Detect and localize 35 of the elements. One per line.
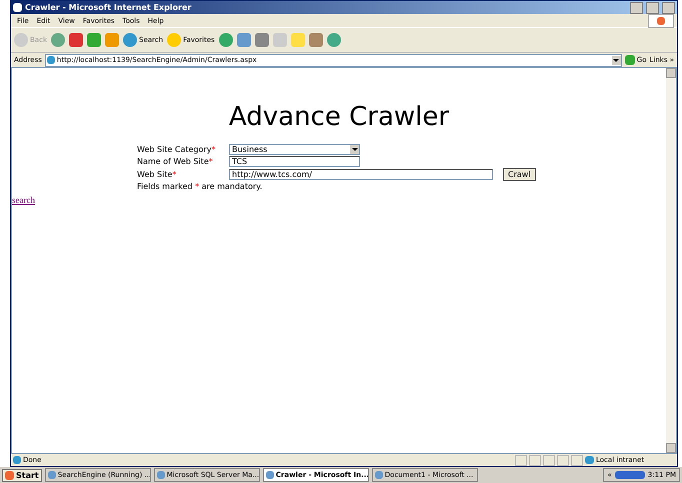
status-pane	[515, 454, 527, 466]
mail-button[interactable]	[236, 33, 251, 47]
start-button[interactable]: Start	[2, 468, 42, 482]
status-pane	[529, 454, 541, 466]
print-button[interactable]	[254, 33, 269, 47]
input-field[interactable]: http://www.tcs.com/	[229, 169, 493, 180]
dropdown-button[interactable]	[612, 56, 621, 64]
field-label: Web Site*	[137, 170, 178, 179]
edit-button[interactable]	[272, 33, 287, 47]
messenger-button[interactable]	[326, 33, 341, 47]
caret-icon	[352, 148, 358, 151]
forward-button[interactable]	[51, 33, 65, 47]
close-button[interactable]	[662, 2, 675, 14]
search-link[interactable]: search	[12, 195, 35, 205]
scrollbar[interactable]	[666, 68, 676, 453]
caret-icon	[613, 58, 620, 62]
input-field[interactable]: TCS	[229, 156, 360, 167]
mandatory-note: Fields marked * are mandatory.	[137, 182, 264, 191]
maximize-button[interactable]	[646, 2, 659, 14]
status-pane	[557, 454, 569, 466]
minimize-button[interactable]	[630, 2, 643, 14]
stop-button[interactable]	[69, 33, 83, 47]
page-heading: Advance Crawler	[228, 102, 450, 132]
home-button[interactable]	[105, 33, 119, 47]
research-button[interactable]	[308, 33, 323, 47]
refresh-button[interactable]	[87, 33, 101, 47]
field-label: Web Site Category*	[137, 145, 216, 154]
field-label: Name of Web Site*	[137, 157, 214, 166]
dropdown-button[interactable]	[350, 145, 359, 154]
status-pane	[571, 454, 583, 466]
crawl-button[interactable]: Crawl	[503, 168, 536, 181]
status-pane	[543, 454, 555, 466]
history-button[interactable]	[218, 33, 233, 47]
window-title: Crawler - Microsoft Internet Explorer	[25, 3, 192, 12]
category-dropdown[interactable]: Business	[229, 144, 360, 155]
